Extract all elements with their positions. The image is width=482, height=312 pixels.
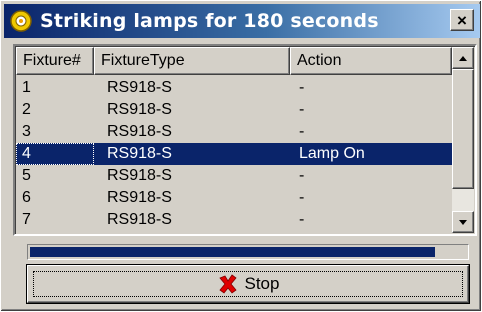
cell-fixture-type: RS918-S [107,167,172,184]
cell-action: Lamp On [299,145,365,162]
vertical-scrollbar[interactable] [452,47,474,233]
cell-fixture-number: 7 [22,211,31,228]
arrow-down-icon [459,220,467,225]
scroll-up-button[interactable] [452,47,474,69]
list-rows: 1 RS918-S - 2 RS918-S - 3 RS918-S - 4 RS… [16,77,452,231]
table-row[interactable]: 6 RS918-S - [16,187,452,209]
cell-action: - [299,101,305,118]
cell-fixture-number: 5 [22,167,31,184]
list-header: Fixture# FixtureType Action [16,47,452,75]
close-button[interactable]: × [450,9,474,31]
cell-fixture-type: RS918-S [107,79,172,96]
cell-fixture-number: 2 [22,101,31,118]
cell-action: - [299,211,305,228]
cell-fixture-type: RS918-S [107,145,172,162]
scroll-down-button[interactable] [452,211,474,233]
progress-fill [30,247,436,257]
cell-fixture-type: RS918-S [107,123,172,140]
cell-fixture-number: 4 [16,143,94,165]
title-bar[interactable]: Striking lamps for 180 seconds × [4,4,480,38]
cell-action: - [299,189,305,206]
column-header-action[interactable]: Action [290,47,452,75]
cell-action: - [299,167,305,184]
cell-action: - [299,79,305,96]
cell-fixture-type: RS918-S [107,211,172,228]
cell-fixture-number: 1 [22,79,31,96]
lamp-icon [10,10,32,32]
table-row[interactable]: 2 RS918-S - [16,99,452,121]
close-icon: × [457,10,467,30]
window-title: Striking lamps for 180 seconds [40,10,379,32]
scroll-thumb[interactable] [452,69,474,189]
table-row[interactable]: 5 RS918-S - [16,165,452,187]
table-row-selected[interactable]: 4 RS918-S Lamp On [16,143,452,165]
focus-rectangle [33,271,463,297]
cell-fixture-number: 3 [22,123,31,140]
cell-fixture-type: RS918-S [107,189,172,206]
table-row[interactable]: 3 RS918-S - [16,121,452,143]
dialog-window: Striking lamps for 180 seconds × Fixture… [0,0,482,312]
cell-fixture-type: RS918-S [107,101,172,118]
progress-bar [27,244,469,260]
cell-action: - [299,123,305,140]
table-row[interactable]: 7 RS918-S - [16,209,452,231]
stop-button[interactable]: Stop [27,265,469,303]
column-header-fixture-number[interactable]: Fixture# [16,47,94,75]
fixture-list[interactable]: Fixture# FixtureType Action 1 RS918-S - … [13,44,477,236]
arrow-up-icon [459,56,467,61]
cell-fixture-number: 6 [22,189,31,206]
column-header-fixture-type[interactable]: FixtureType [94,47,290,75]
table-row[interactable]: 1 RS918-S - [16,77,452,99]
